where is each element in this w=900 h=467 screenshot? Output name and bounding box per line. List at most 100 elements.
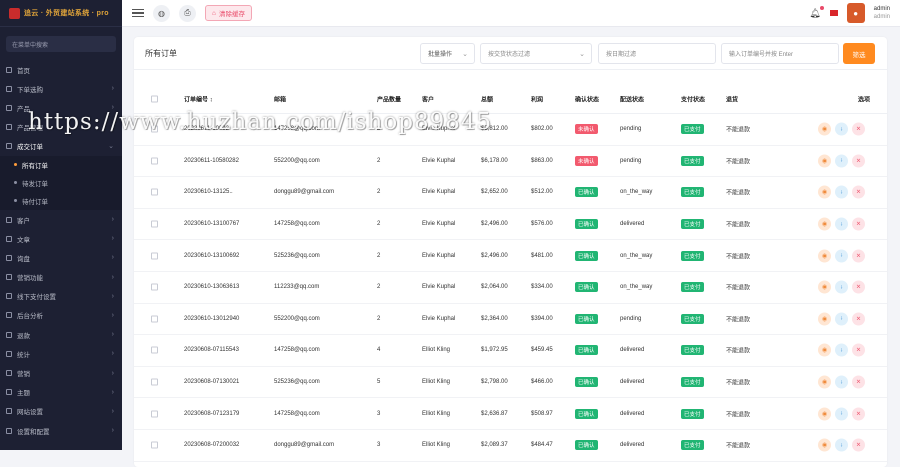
download-icon[interactable]: ↓ bbox=[835, 280, 848, 294]
language-flag-icon[interactable] bbox=[829, 10, 838, 16]
view-icon[interactable]: ◉ bbox=[818, 122, 831, 136]
download-icon[interactable]: ↓ bbox=[835, 122, 848, 136]
header-order[interactable]: 订单编号 ↕ bbox=[184, 95, 213, 104]
payment-status-badge: 已支付 bbox=[681, 219, 704, 230]
sidebar-item[interactable]: 网站设置 › bbox=[0, 402, 122, 421]
download-icon[interactable]: ↓ bbox=[835, 407, 848, 421]
avatar[interactable]: ● bbox=[846, 3, 865, 23]
sidebar-item[interactable]: 询盘 › bbox=[0, 248, 122, 267]
date-filter-input[interactable]: 按日期过滤 bbox=[598, 43, 716, 64]
row-checkbox[interactable] bbox=[151, 283, 158, 291]
sidebar-item[interactable]: 统计 › bbox=[0, 344, 122, 363]
row-checkbox[interactable] bbox=[151, 125, 158, 133]
row-checkbox[interactable] bbox=[151, 315, 158, 323]
delete-icon[interactable]: ✕ bbox=[852, 249, 865, 263]
view-icon[interactable]: ◉ bbox=[818, 407, 831, 421]
row-checkbox[interactable] bbox=[151, 346, 158, 354]
row-checkbox[interactable] bbox=[151, 410, 158, 418]
row-checkbox[interactable] bbox=[151, 188, 158, 196]
download-icon[interactable]: ↓ bbox=[835, 375, 848, 389]
order-number[interactable]: 20230608-07115543 bbox=[184, 347, 239, 353]
view-icon[interactable]: ◉ bbox=[818, 343, 831, 357]
order-number[interactable]: 20230608-07123179 bbox=[184, 411, 239, 417]
sidebar-item[interactable]: 待付订单 bbox=[0, 192, 122, 210]
globe-icon[interactable]: ◍ bbox=[153, 4, 170, 22]
order-search-input[interactable]: 输入订单编号并按 Enter bbox=[721, 43, 839, 64]
order-number[interactable]: 20230610-13100692 bbox=[184, 253, 239, 259]
view-icon[interactable]: ◉ bbox=[818, 249, 831, 263]
view-icon[interactable]: ◉ bbox=[818, 280, 831, 294]
total: $2,496.00 bbox=[481, 252, 508, 259]
sidebar-search-input[interactable]: 在菜单中搜索 bbox=[6, 36, 116, 52]
download-icon[interactable]: ↓ bbox=[835, 217, 848, 231]
order-number[interactable]: 20230610-13125.. bbox=[184, 189, 233, 195]
status-filter-select[interactable]: 按交货状态过滤 ⌄ bbox=[480, 43, 592, 64]
view-icon[interactable]: ◉ bbox=[818, 154, 831, 168]
quantity: 2 bbox=[377, 252, 381, 259]
menu-toggle-icon[interactable] bbox=[132, 9, 144, 17]
sidebar-item[interactable]: 营销 › bbox=[0, 363, 122, 382]
sidebar-item[interactable]: 线下支付设置 › bbox=[0, 287, 122, 306]
download-icon[interactable]: ↓ bbox=[835, 249, 848, 263]
customer-name: Elvie Kuphal bbox=[422, 315, 456, 322]
download-icon[interactable]: ↓ bbox=[835, 185, 848, 199]
row-checkbox[interactable] bbox=[151, 220, 158, 228]
order-number[interactable]: 20230611-10092 bbox=[184, 126, 229, 132]
view-icon[interactable]: ◉ bbox=[818, 217, 831, 231]
delete-icon[interactable]: ✕ bbox=[852, 122, 865, 136]
printer-icon[interactable]: ⎙ bbox=[179, 4, 196, 22]
menu-icon bbox=[6, 389, 12, 396]
row-checkbox[interactable] bbox=[151, 378, 158, 386]
select-all-checkbox[interactable] bbox=[151, 95, 158, 103]
sidebar-item[interactable]: 所有订单 bbox=[0, 156, 122, 174]
order-number[interactable]: 20230611-10580282 bbox=[184, 158, 239, 164]
delete-icon[interactable]: ✕ bbox=[852, 217, 865, 231]
sidebar-item[interactable]: 主题 › bbox=[0, 383, 122, 402]
sidebar-item[interactable]: 退款 › bbox=[0, 325, 122, 344]
sidebar-item[interactable]: 设置和配置 › bbox=[0, 421, 122, 440]
delete-icon[interactable]: ✕ bbox=[852, 312, 865, 326]
order-number[interactable]: 20230610-13100767 bbox=[184, 221, 239, 227]
user-info[interactable]: admin admin bbox=[874, 5, 890, 21]
download-icon[interactable]: ↓ bbox=[835, 343, 848, 357]
download-icon[interactable]: ↓ bbox=[835, 312, 848, 326]
order-number[interactable]: 20230608-07130021 bbox=[184, 379, 239, 385]
sidebar-item[interactable]: 文章 › bbox=[0, 229, 122, 248]
sidebar-submenu: 所有订单 待发订单 待付订单 bbox=[0, 155, 122, 210]
delete-icon[interactable]: ✕ bbox=[852, 407, 865, 421]
view-icon[interactable]: ◉ bbox=[818, 312, 831, 326]
delete-icon[interactable]: ✕ bbox=[852, 154, 865, 168]
view-icon[interactable]: ◉ bbox=[818, 185, 831, 199]
delete-icon[interactable]: ✕ bbox=[852, 375, 865, 389]
view-icon[interactable]: ◉ bbox=[818, 375, 831, 389]
sidebar-item[interactable]: 营销功能 › bbox=[0, 268, 122, 287]
header-total: 总额 bbox=[481, 97, 494, 104]
sidebar-item[interactable]: 下单选购 › bbox=[0, 79, 122, 98]
download-icon[interactable]: ↓ bbox=[835, 154, 848, 168]
order-number[interactable]: 20230610-13063613 bbox=[184, 284, 239, 290]
bulk-action-select[interactable]: 批量操作 ⌄ bbox=[420, 43, 475, 64]
header-options: 选项 bbox=[858, 97, 871, 104]
sidebar-item[interactable]: 后台分析 › bbox=[0, 306, 122, 325]
delete-icon[interactable]: ✕ bbox=[852, 280, 865, 294]
sidebar-item[interactable]: 成交订单 ⌄ bbox=[0, 137, 122, 156]
filter-button[interactable]: 筛选 bbox=[843, 43, 875, 64]
clear-cache-button[interactable]: ⌂ 清除缓存 bbox=[205, 5, 252, 21]
customer-name: Elvie Kuphal bbox=[422, 189, 456, 196]
order-number[interactable]: 20230610-13012940 bbox=[184, 316, 239, 322]
order-number[interactable]: 20230608-07200032 bbox=[184, 442, 239, 448]
row-checkbox[interactable] bbox=[151, 252, 158, 260]
bell-icon[interactable]: 🔔︎ bbox=[809, 5, 824, 19]
sidebar-item[interactable]: 产品 › bbox=[0, 98, 122, 117]
delete-icon[interactable]: ✕ bbox=[852, 185, 865, 199]
quantity: 5 bbox=[377, 379, 381, 386]
sidebar-item[interactable]: 产品管理 › bbox=[0, 118, 122, 137]
sidebar-item[interactable]: 待发订单 bbox=[0, 174, 122, 192]
row-checkbox[interactable] bbox=[151, 157, 158, 165]
row-checkbox[interactable] bbox=[151, 441, 158, 449]
brand[interactable]: 追云 · 外贸建站系统 · pro bbox=[0, 0, 122, 27]
delete-icon[interactable]: ✕ bbox=[852, 343, 865, 357]
sidebar-item[interactable]: 首页 bbox=[0, 60, 122, 79]
sidebar-item[interactable]: 客户 › bbox=[0, 210, 122, 229]
refund-status: 不能退款 bbox=[726, 285, 751, 292]
